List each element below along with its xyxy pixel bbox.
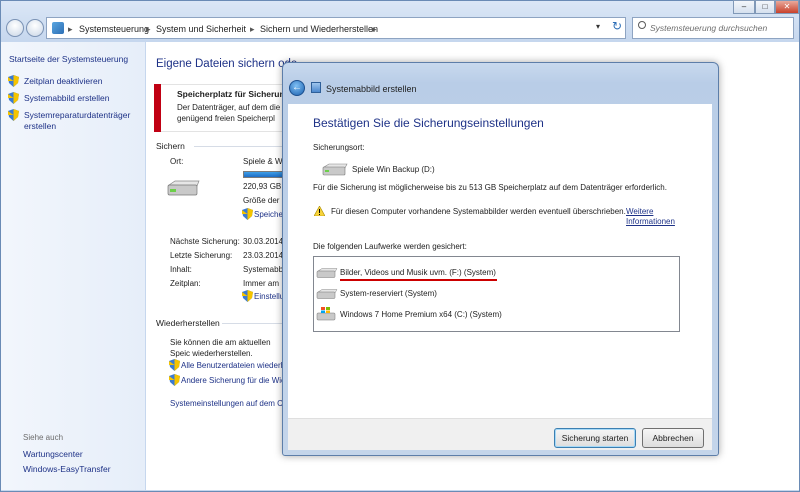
breadcrumb-system-sicherheit[interactable]: System und Sicherheit — [156, 24, 246, 34]
back-arrow-icon[interactable]: ← — [289, 80, 305, 96]
schedule-value: Immer am — [243, 279, 279, 288]
red-underline-annotation — [340, 279, 497, 281]
back-button[interactable] — [6, 19, 24, 37]
last-backup-label: Letzte Sicherung: — [170, 251, 233, 260]
last-backup-value: 23.03.2014 — [243, 251, 284, 260]
search-placeholder: Systemsteuerung durchsuchen — [650, 23, 768, 33]
location-label: Sicherungsort: — [313, 143, 365, 152]
refresh-icon[interactable]: ↻ — [612, 19, 622, 33]
drives-label: Die folgenden Laufwerke werden gesichert… — [313, 242, 467, 251]
content-label: Inhalt: — [170, 265, 192, 274]
shield-icon — [169, 359, 180, 371]
breadcrumb-sichern[interactable]: Sichern und Wiederherstellen — [260, 24, 378, 34]
see-also-heading: Siehe auch — [23, 433, 64, 442]
page-title: Eigene Dateien sichern ode — [156, 58, 298, 70]
restore-all-link[interactable]: Alle Benutzerdateien wiederh — [181, 361, 285, 370]
content-value: Systemabb — [243, 265, 284, 274]
space-text: Für die Sicherung ist möglicherweise bis… — [313, 183, 667, 192]
address-dropdown-icon[interactable]: ▾ — [596, 22, 600, 31]
ort-label: Ort: — [170, 157, 184, 166]
backup-size-label: Größe der S — [243, 196, 288, 205]
breadcrumb-systemsteuerung[interactable]: Systemsteuerung — [79, 24, 149, 34]
close-button[interactable]: ✕ — [775, 0, 799, 14]
ort-value: Spiele & W — [243, 157, 283, 166]
warning-icon — [314, 206, 325, 216]
search-icon[interactable] — [638, 21, 646, 29]
start-backup-button[interactable]: Sicherung starten — [554, 428, 636, 448]
restore-text: Sie können die am aktuellen Speic wieder… — [170, 338, 271, 358]
settings-link[interactable]: Einstellu — [254, 292, 284, 301]
next-backup-label: Nächste Sicherung: — [170, 237, 240, 246]
minimize-button[interactable]: – — [733, 0, 755, 14]
breadcrumb-chevron-icon[interactable]: ▸ — [250, 24, 255, 35]
divider — [222, 323, 284, 324]
next-backup-value: 30.03.2014 — [243, 237, 284, 246]
overwrite-text: Für diesen Computer vorhandene Systemabb… — [331, 207, 626, 216]
windows-drive-icon — [316, 307, 336, 321]
drive-icon — [322, 163, 348, 176]
maximize-button[interactable]: □ — [755, 0, 775, 14]
cancel-button[interactable]: Abbrechen — [642, 428, 704, 448]
warning-bar — [154, 84, 161, 132]
warning-text: Der Datenträger, auf dem die genügend fr… — [177, 103, 281, 123]
shield-icon — [242, 290, 253, 302]
backup-app-icon — [311, 82, 321, 93]
section-sichern: Sichern — [156, 141, 185, 151]
control-panel-icon — [52, 22, 64, 34]
location-value: Spiele Win Backup (D:) — [352, 165, 435, 174]
shield-icon — [8, 75, 19, 87]
sidebar-item-zeitplan[interactable]: Zeitplan deaktivieren — [24, 76, 102, 86]
shield-icon — [8, 92, 19, 104]
drive-list-item: Bilder, Videos und Musik uvm. (F:) (Syst… — [340, 268, 496, 277]
breadcrumb-chevron-icon[interactable]: ▸ — [68, 24, 73, 35]
drive-icon — [316, 289, 338, 299]
warning-title: Speicherplatz für Sicherung — [177, 89, 290, 99]
shield-icon — [8, 109, 19, 121]
drive-list-item: Windows 7 Home Premium x64 (C:) (System) — [340, 310, 502, 319]
dialog-heading: Bestätigen Sie die Sicherungseinstellung… — [313, 116, 544, 130]
other-backup-link[interactable]: Andere Sicherung für die Wie — [181, 376, 286, 385]
sidebar-item-reparaturdatentraeger[interactable]: Systemreparaturdatenträger erstellen — [24, 110, 142, 132]
drive-list-item: System-reserviert (System) — [340, 289, 437, 298]
disk-usage-bar — [243, 171, 283, 178]
sidebar-item-systemabbild[interactable]: Systemabbild erstellen — [24, 93, 110, 103]
system-settings-link[interactable]: Systemeinstellungen auf dem C — [170, 399, 283, 408]
shield-icon — [242, 208, 253, 220]
dialog-title: Systemabbild erstellen — [326, 84, 417, 94]
drive-icon — [316, 268, 338, 278]
breadcrumb-chevron-icon[interactable]: ▸ — [372, 24, 377, 35]
speicher-link[interactable]: Speicher — [254, 210, 286, 219]
section-wiederherstellen: Wiederherstellen — [156, 318, 220, 328]
schedule-label: Zeitplan: — [170, 279, 201, 288]
see-also-easytransfer[interactable]: Windows-EasyTransfer — [23, 464, 111, 474]
more-info-link[interactable]: Weitere Informationen — [626, 207, 686, 227]
drive-icon — [167, 180, 200, 196]
divider — [194, 146, 284, 147]
breadcrumb-chevron-icon[interactable]: ▸ — [146, 24, 151, 35]
see-also-wartungscenter[interactable]: Wartungscenter — [23, 449, 83, 459]
shield-icon — [169, 374, 180, 386]
forward-button[interactable] — [26, 19, 44, 37]
sidebar-home-link[interactable]: Startseite der Systemsteuerung — [9, 54, 128, 64]
